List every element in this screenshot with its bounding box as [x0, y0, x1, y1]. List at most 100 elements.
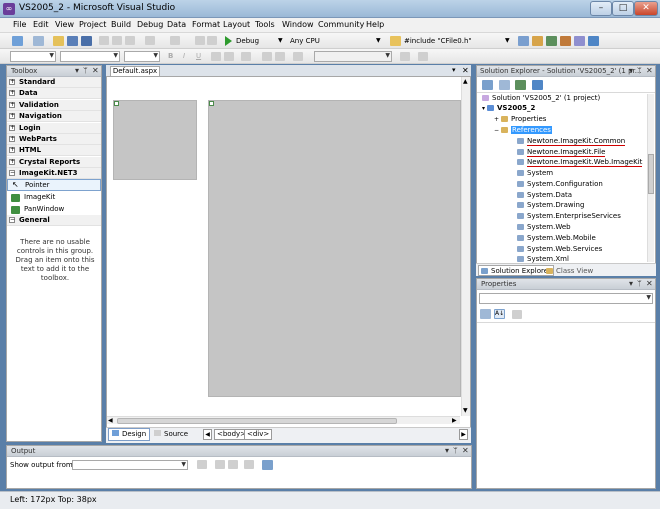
- properties-window-icon[interactable]: [532, 36, 543, 46]
- toolbox-menu-icon[interactable]: ▾: [75, 66, 79, 75]
- source-view-button[interactable]: Source: [150, 428, 192, 441]
- cut-icon[interactable]: [99, 36, 109, 45]
- maximize-button[interactable]: □: [612, 1, 634, 16]
- se-pin-icon[interactable]: ᛘ: [637, 66, 642, 75]
- se-reference-item[interactable]: Newtone.ImageKit.Common: [517, 136, 626, 146]
- se-reference-item[interactable]: Newtone.ImageKit.File: [517, 147, 606, 157]
- output-find-icon[interactable]: [197, 460, 207, 469]
- config-select[interactable]: Debug: [236, 37, 259, 45]
- navigate-forward-icon[interactable]: [207, 36, 217, 45]
- find-dropdown-icon[interactable]: ▼: [505, 37, 510, 44]
- toolbox-group-general[interactable]: − General: [7, 215, 101, 226]
- scroll-down-icon[interactable]: ▼: [463, 407, 468, 414]
- se-references-node[interactable]: − References: [494, 125, 552, 135]
- se-reference-item[interactable]: System.Web: [517, 222, 571, 232]
- se-reference-item[interactable]: System.EnterpriseServices: [517, 211, 621, 221]
- toolbox-item-imagekit[interactable]: ImageKit: [7, 192, 101, 204]
- scroll-left-icon[interactable]: ◀: [108, 417, 113, 424]
- toolbox-group-login[interactable]: + Login: [7, 123, 101, 134]
- breadcrumb-left-icon[interactable]: ◀: [203, 429, 212, 440]
- undo-icon[interactable]: [145, 36, 155, 45]
- navigate-back-icon[interactable]: [195, 36, 205, 45]
- refresh-icon[interactable]: [515, 80, 526, 90]
- properties-icon[interactable]: [482, 80, 493, 90]
- platform-dropdown-icon[interactable]: ▼: [376, 37, 381, 44]
- block-format-combo[interactable]: ▼: [10, 51, 56, 62]
- menu-build[interactable]: Build: [111, 20, 131, 29]
- div-glyph-icon[interactable]: [114, 101, 119, 106]
- toolbox-group-standard[interactable]: + Standard: [7, 77, 101, 88]
- style-combo[interactable]: ▼: [314, 51, 392, 62]
- se-scrollbar[interactable]: [647, 94, 654, 262]
- word-wrap-icon[interactable]: [262, 460, 273, 470]
- save-icon[interactable]: [67, 36, 78, 46]
- toolbox-group-html[interactable]: + HTML: [7, 145, 101, 156]
- open-file-icon[interactable]: [53, 36, 64, 46]
- se-close-icon[interactable]: ✕: [646, 66, 653, 75]
- bullet-list-icon[interactable]: [275, 52, 285, 61]
- output-source-select[interactable]: ▼: [72, 460, 188, 470]
- tab-class-view[interactable]: Class View: [546, 266, 593, 276]
- menu-format[interactable]: Format: [192, 20, 220, 29]
- menu-community[interactable]: Community: [318, 20, 364, 29]
- se-reference-item[interactable]: System.Data: [517, 190, 572, 200]
- paste-icon[interactable]: [125, 36, 135, 45]
- se-menu-icon[interactable]: ▾: [629, 66, 633, 75]
- copy-website-icon[interactable]: [532, 80, 543, 90]
- copy-icon[interactable]: [112, 36, 122, 45]
- menu-edit[interactable]: Edit: [33, 20, 49, 29]
- toolbox-group-crystal-reports[interactable]: + Crystal Reports: [7, 157, 101, 168]
- hyperlink-icon[interactable]: [293, 52, 303, 61]
- output-menu-icon[interactable]: ▾: [445, 446, 449, 455]
- new-project-icon[interactable]: [12, 36, 23, 46]
- solution-explorer-icon[interactable]: [518, 36, 529, 46]
- props-close-icon[interactable]: ✕: [646, 279, 653, 288]
- toolbox-group-imagekit[interactable]: − ImageKit.NET3: [7, 168, 101, 179]
- fore-color-icon[interactable]: [211, 52, 221, 61]
- find-box[interactable]: #include "CFile0.h": [404, 37, 472, 45]
- output-close-icon[interactable]: ✕: [462, 446, 469, 455]
- expand-icon[interactable]: +: [494, 116, 499, 123]
- se-properties-node[interactable]: + Properties: [494, 114, 546, 124]
- se-scroll-thumb[interactable]: [648, 154, 654, 194]
- output-prev-icon[interactable]: [215, 460, 225, 469]
- se-project-node[interactable]: ▾ VS2005_2: [482, 103, 535, 113]
- start-debug-icon[interactable]: [225, 36, 232, 46]
- output-pin-icon[interactable]: ᛘ: [453, 446, 458, 455]
- horizontal-scrollbar[interactable]: ◀ ▶: [107, 416, 460, 424]
- add-item-icon[interactable]: [33, 36, 44, 46]
- collapse-icon[interactable]: −: [494, 127, 499, 134]
- div-glyph-icon[interactable]: [209, 101, 214, 106]
- position-icon[interactable]: [418, 52, 428, 61]
- alphabetical-icon[interactable]: A↓: [494, 309, 505, 319]
- design-view-button[interactable]: Design: [108, 428, 151, 441]
- back-color-icon[interactable]: [224, 52, 234, 61]
- output-next-icon[interactable]: [228, 460, 238, 469]
- menu-project[interactable]: Project: [79, 20, 106, 29]
- underline-icon[interactable]: U: [196, 52, 201, 60]
- redo-icon[interactable]: [170, 36, 180, 45]
- toolbox-item-pointer[interactable]: ↖ Pointer: [7, 179, 101, 191]
- menu-view[interactable]: View: [55, 20, 74, 29]
- italic-icon[interactable]: I: [183, 52, 185, 60]
- menu-help[interactable]: Help: [366, 20, 384, 29]
- toolbox-pin-icon[interactable]: ᛘ: [83, 66, 88, 75]
- se-solution-node[interactable]: Solution 'VS2005_2' (1 project): [482, 93, 600, 103]
- categorized-icon[interactable]: [480, 309, 491, 319]
- menu-data[interactable]: Data: [167, 20, 186, 29]
- bold-icon[interactable]: B: [168, 52, 173, 60]
- props-pin-icon[interactable]: ᛘ: [637, 279, 642, 288]
- toolbox-close-icon[interactable]: ✕: [92, 66, 99, 75]
- breadcrumb-div[interactable]: <div>: [244, 429, 273, 440]
- platform-select[interactable]: Any CPU: [290, 37, 320, 45]
- toolbox-icon[interactable]: [560, 36, 571, 46]
- menu-layout[interactable]: Layout: [223, 20, 250, 29]
- se-reference-item[interactable]: System: [517, 168, 553, 178]
- object-select[interactable]: ▼: [479, 293, 653, 304]
- tab-list-icon[interactable]: ▾: [452, 66, 456, 74]
- command-window-icon[interactable]: [588, 36, 599, 46]
- find-in-files-icon[interactable]: [390, 36, 401, 46]
- object-browser-icon[interactable]: [546, 36, 557, 46]
- vertical-scrollbar[interactable]: ▲ ▼: [461, 77, 470, 416]
- tab-solution-explorer[interactable]: Solution Explorer: [478, 265, 554, 276]
